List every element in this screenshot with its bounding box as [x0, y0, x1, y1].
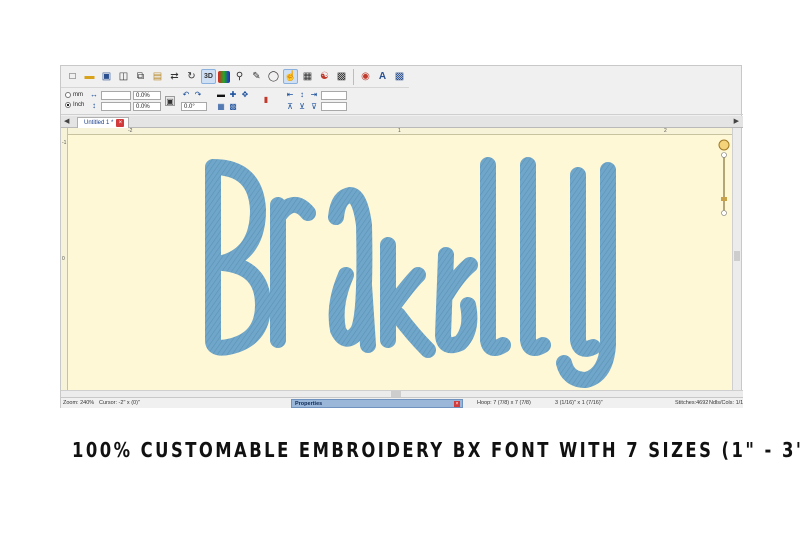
ruler-label: 2 [664, 128, 667, 134]
width-input[interactable] [101, 91, 131, 100]
3d-view-icon[interactable]: 3D [201, 69, 216, 84]
unit-inch-radio[interactable] [65, 102, 71, 108]
promo-caption: 100% CUSTOMABLE EMBROIDERY BX FONT WITH … [72, 438, 800, 462]
stitch-player-icon[interactable]: ◉ [358, 69, 373, 84]
align-right-icon[interactable]: ⇥ [309, 90, 319, 100]
left-ruler: -1 0 [61, 128, 68, 390]
align-middle-icon[interactable]: ⊻ [297, 102, 307, 112]
export-icon[interactable]: ▩ [392, 69, 407, 84]
needles-status: Ndls/Cols: 1/1 [709, 400, 744, 406]
vertical-scroll-thumb[interactable] [734, 251, 740, 261]
zoom-icon[interactable]: ⚲ [232, 69, 247, 84]
print-icon[interactable]: ◫ [116, 69, 131, 84]
tab-scroll-left-icon[interactable]: ◀ [64, 117, 69, 127]
properties-label: Properties [295, 401, 323, 407]
embroidery-software-window: □ ▬ ▣ ◫ ⧉ ▤ ⇄ ↻ 3D ⚲ ✎ ◯ ☝ ▦ ☯ ▩ ◉ A ▩ m… [60, 65, 743, 408]
stitch-count-status: Stitches:4692 [675, 400, 709, 406]
measure-icon[interactable]: ✎ [249, 69, 264, 84]
group-icon[interactable]: ▦ [216, 102, 226, 112]
align-icon[interactable]: ▬ [216, 90, 226, 100]
align-left-icon[interactable]: ⇤ [285, 90, 295, 100]
save-icon[interactable]: ▣ [99, 69, 114, 84]
grid-icon[interactable]: ▦ [300, 69, 315, 84]
open-folder-icon[interactable]: ▬ [82, 69, 97, 84]
unit-mm-option[interactable]: mm [65, 92, 83, 98]
height-input[interactable] [101, 102, 131, 111]
tab-label: Untitled 1 * [84, 120, 114, 126]
layout-icon[interactable]: ▩ [334, 69, 349, 84]
ruler-label: -2 [128, 128, 133, 134]
rotate-icon[interactable]: ↻ [184, 69, 199, 84]
zoom-slider[interactable] [718, 139, 730, 216]
design-canvas[interactable] [68, 135, 734, 390]
ruler-label: -1 [62, 140, 67, 146]
main-toolbar: □ ▬ ▣ ◫ ⧉ ▤ ⇄ ↻ 3D ⚲ ✎ ◯ ☝ ▦ ☯ ▩ ◉ A ▩ [61, 66, 409, 88]
toolbar-separator [353, 68, 354, 85]
unit-mm-label: mm [73, 92, 83, 98]
height-icon: ↕ [92, 101, 96, 110]
status-bar: Zoom: 240% Cursor: -2" x (0)" Properties… [61, 397, 743, 408]
unit-mm-radio[interactable] [65, 92, 71, 98]
mirror-icon[interactable]: ⇄ [167, 69, 182, 84]
spacing-vertical-input[interactable] [321, 102, 347, 111]
color-palette-icon[interactable] [218, 70, 230, 83]
ruler-label: 0 [62, 256, 65, 262]
horizontal-scrollbar[interactable] [61, 390, 743, 397]
unit-inch-option[interactable]: Inch [65, 102, 84, 108]
copy-icon[interactable]: ⧉ [133, 69, 148, 84]
ungroup-icon[interactable]: ▩ [228, 102, 238, 112]
align-bottom-icon[interactable]: ⊽ [309, 102, 319, 112]
distribute-icon[interactable]: ✥ [240, 90, 250, 100]
redo-icon[interactable]: ↷ [193, 90, 203, 100]
properties-close-icon[interactable]: × [454, 401, 460, 407]
new-file-icon[interactable]: □ [65, 69, 80, 84]
top-ruler: -2 1 2 [68, 128, 734, 135]
paste-icon[interactable]: ▤ [150, 69, 165, 84]
undo-icon[interactable]: ↶ [181, 90, 191, 100]
threads-icon[interactable]: ☯ [317, 69, 332, 84]
ruler-label: 1 [398, 128, 401, 134]
hoop-icon[interactable]: ◯ [266, 69, 281, 84]
align-center-icon[interactable]: ↕ [297, 90, 307, 100]
select-icon[interactable]: ☝ [283, 69, 298, 84]
align-top-icon[interactable]: ⊼ [285, 102, 295, 112]
width-icon: ↔ [90, 90, 98, 99]
document-tabs: ◀ Untitled 1 * × ▶ [61, 116, 743, 128]
vertical-scrollbar[interactable] [732, 128, 741, 390]
angle-input[interactable]: 0.0° [181, 102, 207, 111]
cursor-status: Cursor: -2" x (0)" [99, 400, 140, 406]
zoom-status: Zoom: 240% [63, 400, 95, 406]
design-size-status: 3 (1/16)" x 1 (7/16)" [555, 400, 603, 406]
unit-inch-label: Inch [73, 102, 85, 108]
tab-untitled-1[interactable]: Untitled 1 * × [77, 117, 130, 128]
spacing-input[interactable] [321, 91, 347, 100]
transform-toolbar: mm Inch ↔ 0.0% ↕ 0.0% ▣ ↶ ↷ 0.0° ▬ ✚ ✥ ▦… [61, 88, 743, 115]
tab-scroll-right-icon[interactable]: ▶ [734, 117, 739, 127]
properties-panel-header[interactable]: Properties × [291, 399, 463, 408]
height-percent-input[interactable]: 0.0% [133, 102, 161, 111]
embroidery-design[interactable] [68, 135, 734, 390]
tab-close-icon[interactable]: × [116, 119, 125, 127]
lettering-icon[interactable]: A [375, 69, 390, 84]
width-percent-input[interactable]: 0.0% [133, 91, 161, 100]
center-icon[interactable]: ✚ [228, 90, 238, 100]
color-sort-icon[interactable]: ▮ [261, 95, 271, 105]
lock-ratio-icon[interactable]: ▣ [165, 96, 175, 106]
hoop-status: Hoop: 7 (7/8) x 7 (7/8) [477, 400, 531, 406]
design-text-stitches [205, 157, 616, 388]
